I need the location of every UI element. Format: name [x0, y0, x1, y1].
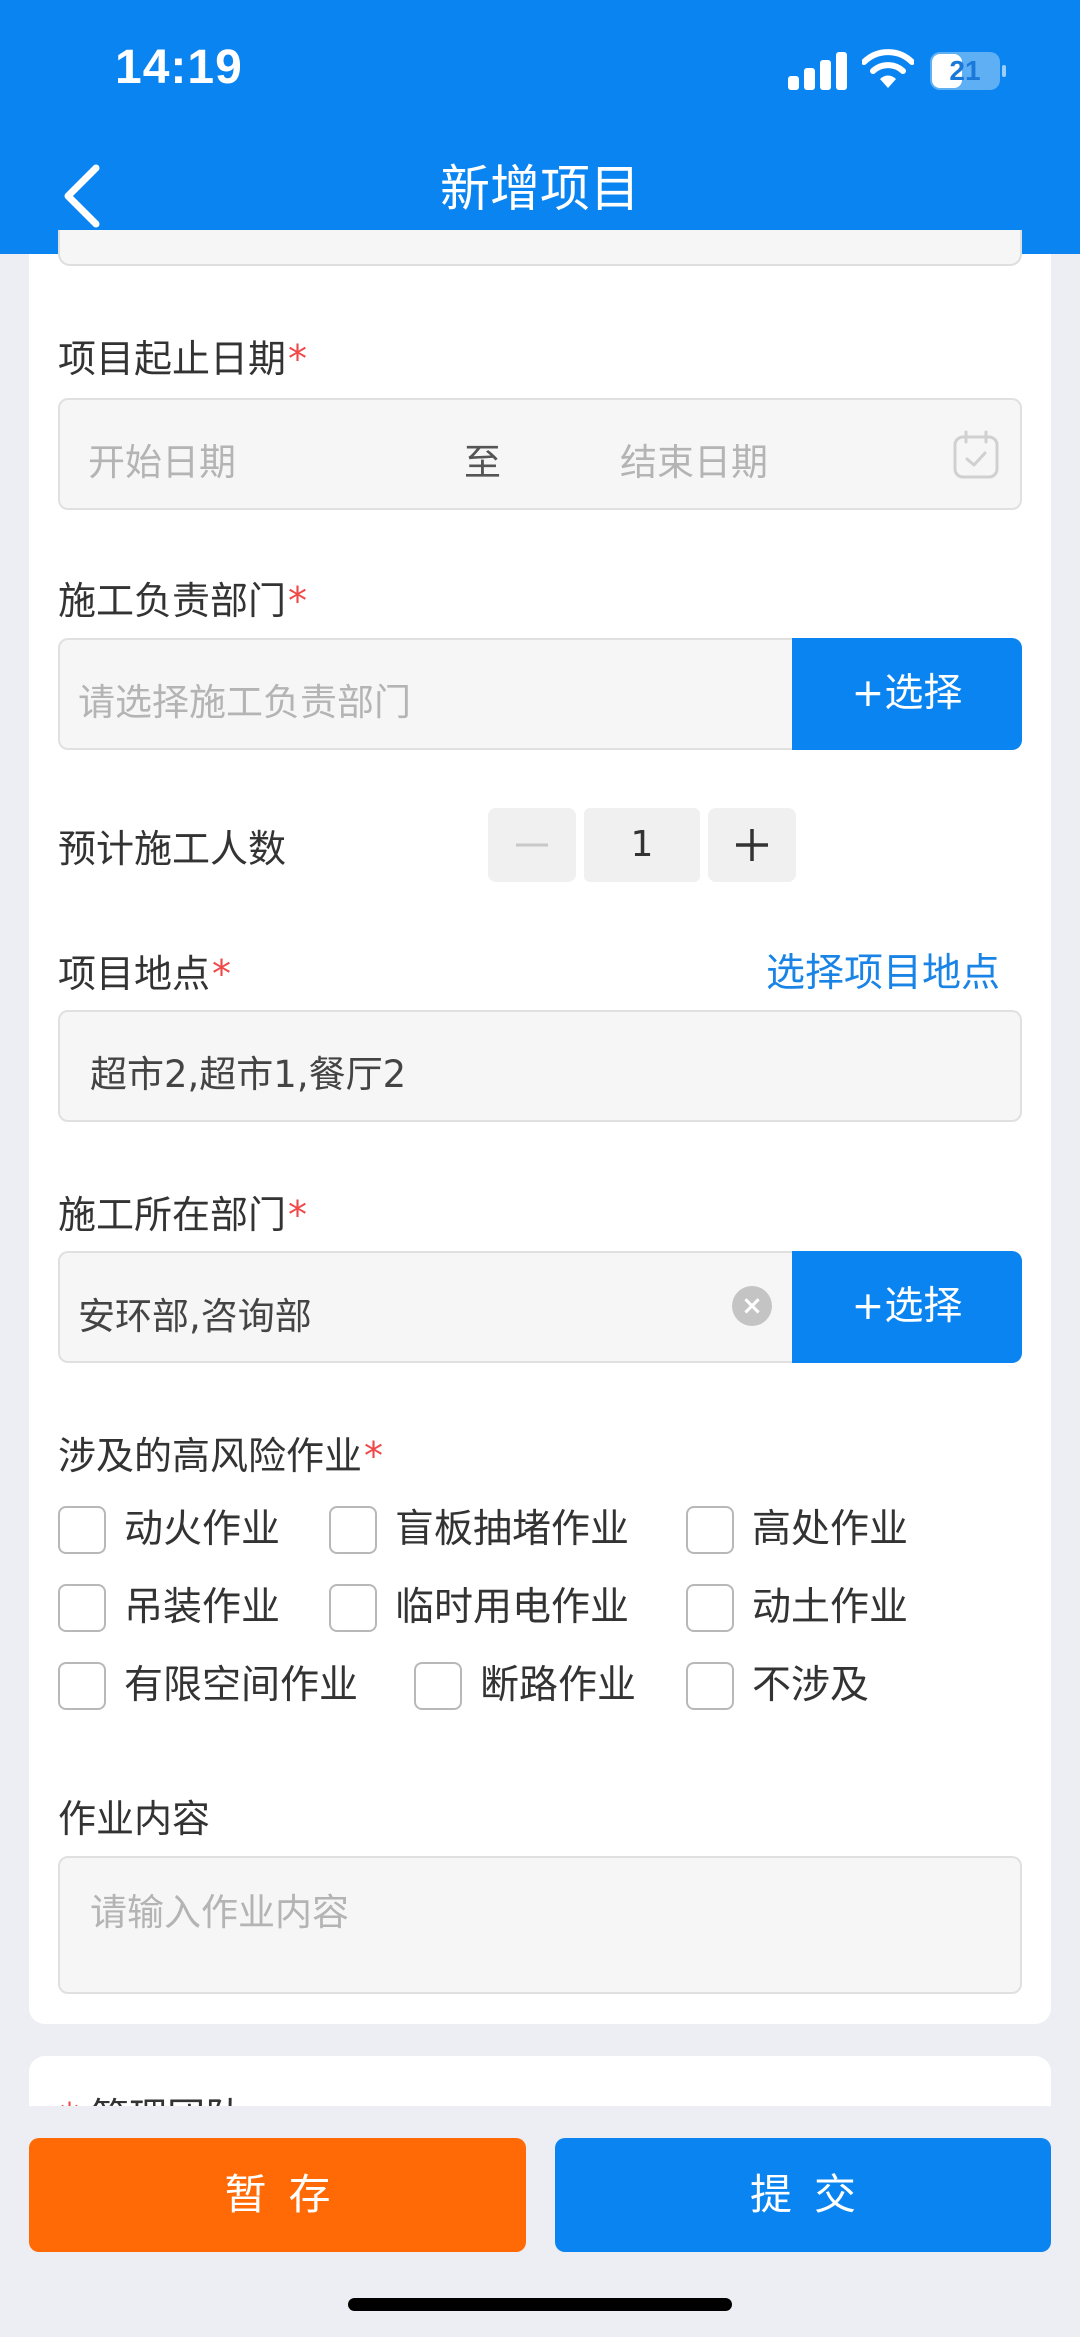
- checkbox-label: 动火作业: [124, 1507, 281, 1552]
- checkbox-label: 有限空间作业: [124, 1663, 359, 1708]
- wifi-icon: [862, 49, 914, 88]
- checkbox-box[interactable]: [686, 1662, 734, 1710]
- construction-dept-select-button[interactable]: +选择: [792, 638, 1022, 750]
- construction-dept-input[interactable]: 请选择施工负责部门: [58, 638, 792, 750]
- checkbox-label: 断路作业: [480, 1663, 637, 1708]
- date-range-field[interactable]: 开始日期 至 结束日期: [58, 398, 1022, 510]
- location-value: 超市2,超市1,餐厅2: [90, 1053, 407, 1096]
- checkbox-label: 不涉及: [752, 1663, 870, 1708]
- save-draft-button[interactable]: 暂存: [29, 2138, 526, 2252]
- plus-button[interactable]: [708, 808, 796, 882]
- home-indicator: [348, 2298, 732, 2311]
- headcount-value[interactable]: 1: [584, 808, 700, 882]
- construction-dept-placeholder: 请选择施工负责部门: [78, 681, 411, 724]
- location-field[interactable]: 超市2,超市1,餐厅2: [58, 1010, 1022, 1122]
- construction-dept-label: 施工负责部门*: [58, 579, 308, 623]
- battery-level: 21: [949, 55, 981, 86]
- checkbox-box[interactable]: [686, 1506, 734, 1554]
- calendar-icon[interactable]: [952, 430, 1000, 480]
- checkbox-box[interactable]: [329, 1584, 377, 1632]
- checkbox-box[interactable]: [686, 1584, 734, 1632]
- located-dept-value: 安环部,咨询部: [78, 1295, 312, 1338]
- located-dept-input[interactable]: 安环部,咨询部: [58, 1251, 792, 1363]
- status-bar: 14:19 21: [0, 0, 1080, 140]
- checkbox-box[interactable]: [329, 1506, 377, 1554]
- end-date-input[interactable]: 结束日期: [620, 432, 768, 486]
- work-content-placeholder: 请输入作业内容: [90, 1891, 349, 1934]
- form-card: [29, 254, 1051, 2024]
- plus-icon: [736, 829, 768, 861]
- headcount-label: 预计施工人数: [58, 827, 287, 871]
- checkbox-label: 动土作业: [752, 1585, 909, 1630]
- located-dept-label: 施工所在部门*: [58, 1193, 308, 1237]
- checkbox-box[interactable]: [58, 1506, 106, 1554]
- located-dept-select-button[interactable]: +选择: [792, 1251, 1022, 1363]
- date-range-label: 项目起止日期*: [58, 337, 308, 381]
- select-location-link[interactable]: 选择项目地点: [766, 942, 1000, 998]
- location-label: 项目地点*: [58, 952, 232, 996]
- checkbox-box[interactable]: [414, 1662, 462, 1710]
- page-title: 新增项目: [440, 160, 640, 218]
- minus-button[interactable]: [488, 808, 576, 882]
- start-date-input[interactable]: 开始日期: [88, 432, 236, 486]
- high-risk-label: 涉及的高风险作业*: [58, 1434, 384, 1478]
- checkbox-label: 吊装作业: [124, 1585, 281, 1630]
- work-content-textarea[interactable]: 请输入作业内容: [58, 1856, 1022, 1994]
- date-separator: 至: [464, 441, 501, 484]
- signal-icon: [788, 52, 848, 90]
- submit-button[interactable]: 提交: [555, 2138, 1051, 2252]
- status-time: 14:19: [115, 41, 243, 94]
- checkbox-box[interactable]: [58, 1584, 106, 1632]
- checkbox-label: 盲板抽堵作业: [395, 1507, 630, 1552]
- checkbox-label: 高处作业: [752, 1507, 909, 1552]
- clear-icon[interactable]: ×: [732, 1286, 772, 1326]
- previous-field-bottom: [58, 230, 1022, 266]
- checkbox-label: 临时用电作业: [395, 1585, 630, 1630]
- work-content-label: 作业内容: [58, 1797, 211, 1841]
- battery-icon: 21: [930, 52, 1006, 90]
- minus-icon: [516, 843, 548, 847]
- checkbox-box[interactable]: [58, 1662, 106, 1710]
